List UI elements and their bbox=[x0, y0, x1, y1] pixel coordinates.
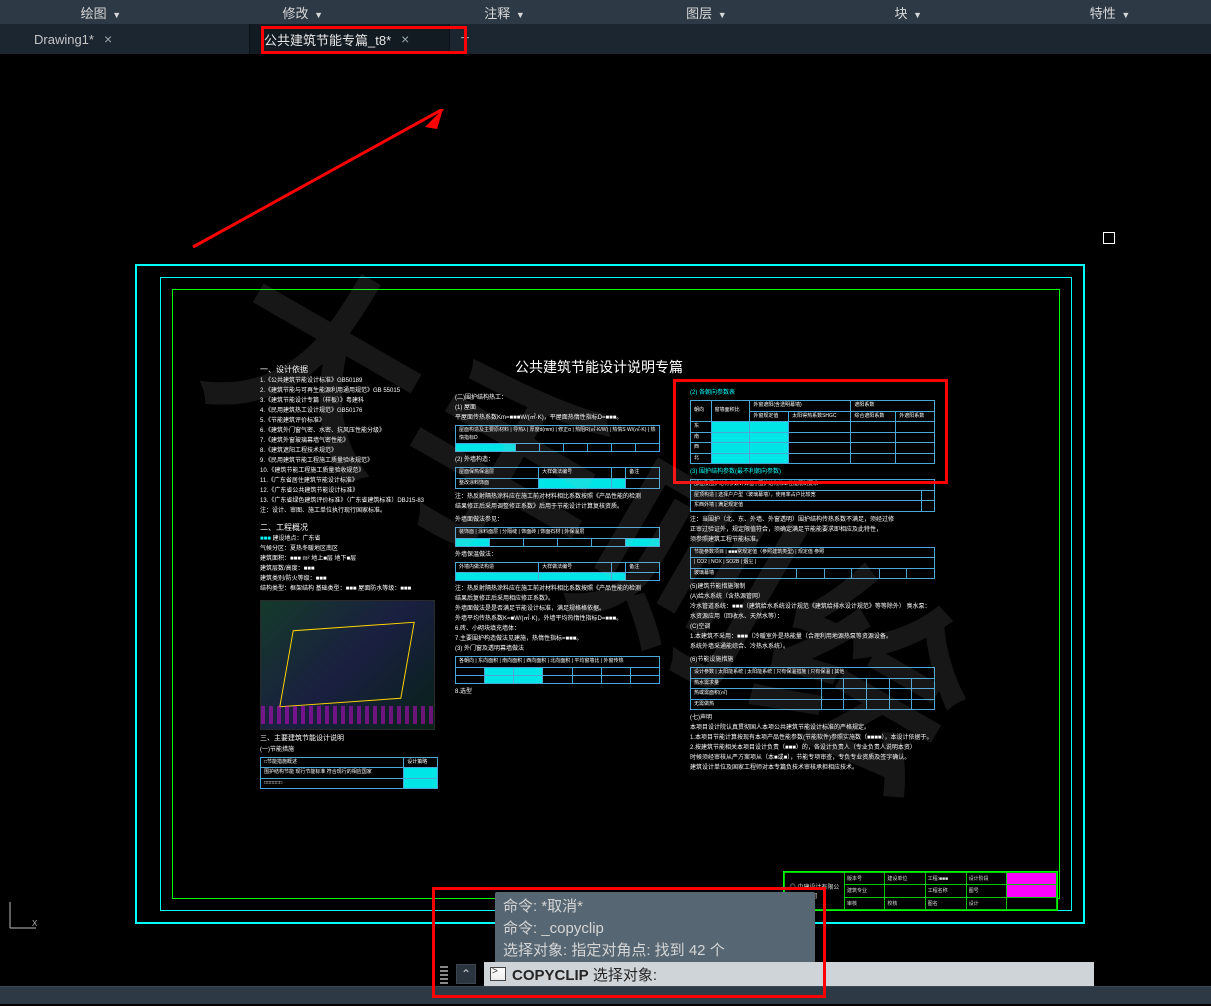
command-text: COPYCLIP 选择对象: bbox=[512, 964, 657, 985]
ucs-icon: X bbox=[6, 898, 40, 932]
title-block: ◎ 中建设计有限公司 版本号建设单位 工程:■■■设计阶段 建筑专业 工程名称图… bbox=[783, 871, 1058, 911]
history-line: 命令: *取消* bbox=[503, 896, 807, 918]
history-line: 选择对象: 指定对角点: 找到 42 个 bbox=[503, 940, 807, 962]
sheet-column-3: (2) 各朝向参数表 朝向 窗墙面积比 外窗遮阳(含透明幕墙) 遮阳系数 外窗规… bbox=[690, 389, 950, 774]
menu-draw[interactable]: 绘图 ▼ bbox=[0, 3, 202, 22]
new-tab-button[interactable]: + bbox=[450, 24, 480, 54]
status-bar bbox=[0, 986, 1211, 1004]
menu-annotate[interactable]: 注释 ▼ bbox=[404, 3, 606, 22]
history-line: 命令: _copyclip bbox=[503, 918, 807, 940]
close-icon[interactable]: × bbox=[401, 31, 409, 47]
cursor-pickbox bbox=[1103, 232, 1115, 244]
document-tabs: Drawing1* × 公共建筑节能专篇_t8* × + bbox=[0, 24, 1211, 54]
command-input[interactable]: COPYCLIP 选择对象: bbox=[484, 962, 1094, 986]
status-label bbox=[0, 991, 22, 1003]
tab-label: Drawing1* bbox=[34, 32, 94, 47]
command-line: ⌃ COPYCLIP 选择对象: bbox=[440, 962, 1111, 986]
history-toggle-button[interactable]: ⌃ bbox=[456, 964, 476, 984]
sheet-column-1: 一、设计依据 1.《公共建筑节能设计标准》GB50189 2.《建筑节能与可再生… bbox=[260, 364, 440, 793]
terminal-icon bbox=[490, 967, 506, 981]
svg-text:X: X bbox=[32, 919, 38, 928]
close-icon[interactable]: × bbox=[104, 31, 112, 47]
tab-label: 公共建筑节能专篇_t8* bbox=[264, 30, 391, 49]
annotation-arrow bbox=[185, 109, 445, 249]
sheet-column-2: (二)围护结构热工： (1) 屋面 平屋面传热系数Km=■■■W/(㎡·K)，平… bbox=[455, 354, 665, 698]
menu-modify[interactable]: 修改 ▼ bbox=[202, 3, 404, 22]
menu-block[interactable]: 块 ▼ bbox=[807, 3, 1009, 22]
tab-energy-doc[interactable]: 公共建筑节能专篇_t8* × bbox=[250, 24, 450, 54]
grip-icon[interactable] bbox=[440, 964, 448, 984]
tab-drawing1[interactable]: Drawing1* × bbox=[20, 24, 250, 54]
menu-properties[interactable]: 特性 ▼ bbox=[1009, 3, 1211, 22]
ribbon-menu-bar: 绘图 ▼ 修改 ▼ 注释 ▼ 图层 ▼ 块 ▼ 特性 ▼ bbox=[0, 0, 1211, 24]
site-plan-thumbnail bbox=[260, 600, 435, 730]
command-history[interactable]: 命令: *取消* 命令: _copyclip 选择对象: 指定对角点: 找到 4… bbox=[495, 892, 815, 968]
model-space[interactable]: 公共建筑节能设计说明专篇 一、设计依据 1.《公共建筑节能设计标准》GB5018… bbox=[0, 54, 1211, 970]
menu-layer[interactable]: 图层 ▼ bbox=[605, 3, 807, 22]
